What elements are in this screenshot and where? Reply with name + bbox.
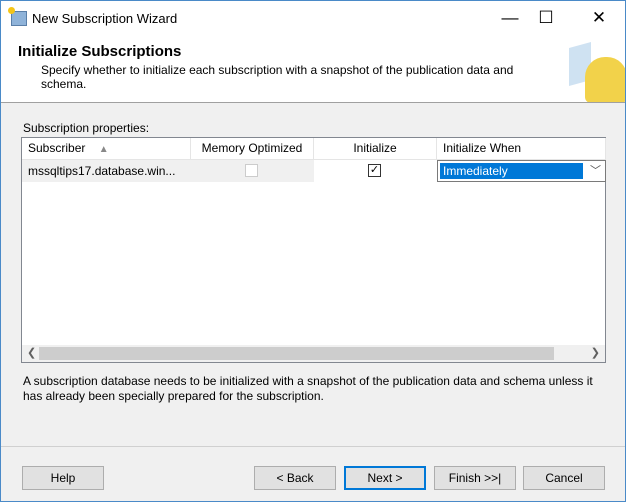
finish-button[interactable]: Finish >>| [434, 466, 516, 490]
grid-label: Subscription properties: [23, 121, 150, 135]
window-title: New Subscription Wizard [32, 11, 178, 26]
initialize-cell: ✓ [314, 160, 437, 182]
initialize-when-value: Immediately [440, 163, 583, 179]
maximize-button[interactable]: ☐ [523, 1, 569, 35]
subscriber-cell[interactable]: mssqltips17.database.win... [22, 160, 191, 182]
next-button[interactable]: Next > [344, 466, 426, 490]
wizard-header: Initialize Subscriptions Specify whether… [1, 35, 625, 103]
column-header-initialize-when[interactable]: Initialize When [437, 138, 606, 160]
column-header-memory-optimized[interactable]: Memory Optimized [191, 138, 314, 160]
scroll-right-icon[interactable]: ❯ [591, 345, 600, 362]
description-text: A subscription database needs to be init… [23, 374, 593, 403]
divider [1, 446, 625, 447]
wizard-window: New Subscription Wizard — ☐ ✕ Initialize… [0, 0, 626, 502]
page-title: Initialize Subscriptions [18, 43, 182, 60]
back-button[interactable]: < Back [254, 466, 336, 490]
scrollbar-thumb[interactable] [39, 347, 554, 360]
close-button[interactable]: ✕ [576, 1, 622, 35]
horizontal-scrollbar[interactable]: ❮ ❯ [22, 345, 605, 362]
database-wizard-icon [563, 35, 625, 102]
memory-optimized-cell [191, 160, 314, 182]
column-header-subscriber[interactable]: Subscriber ▲ [22, 138, 191, 160]
chevron-down-icon[interactable]: ﹀ [590, 162, 601, 178]
column-header-initialize[interactable]: Initialize [314, 138, 437, 160]
title-bar: New Subscription Wizard — ☐ ✕ [1, 1, 625, 35]
cancel-button[interactable]: Cancel [523, 466, 605, 490]
column-label: Subscriber [28, 141, 86, 155]
initialize-when-dropdown[interactable]: Immediately ﹀ [437, 160, 606, 182]
help-button[interactable]: Help [22, 466, 104, 490]
scroll-left-icon[interactable]: ❮ [27, 345, 36, 362]
app-icon [8, 7, 27, 26]
initialize-checkbox[interactable]: ✓ [368, 164, 381, 177]
memory-optimized-checkbox[interactable] [245, 164, 258, 177]
subscription-grid: Subscriber ▲ Memory Optimized Initialize… [21, 137, 606, 363]
sort-ascending-icon: ▲ [98, 144, 109, 155]
page-subtitle: Specify whether to initialize each subsc… [41, 63, 514, 91]
